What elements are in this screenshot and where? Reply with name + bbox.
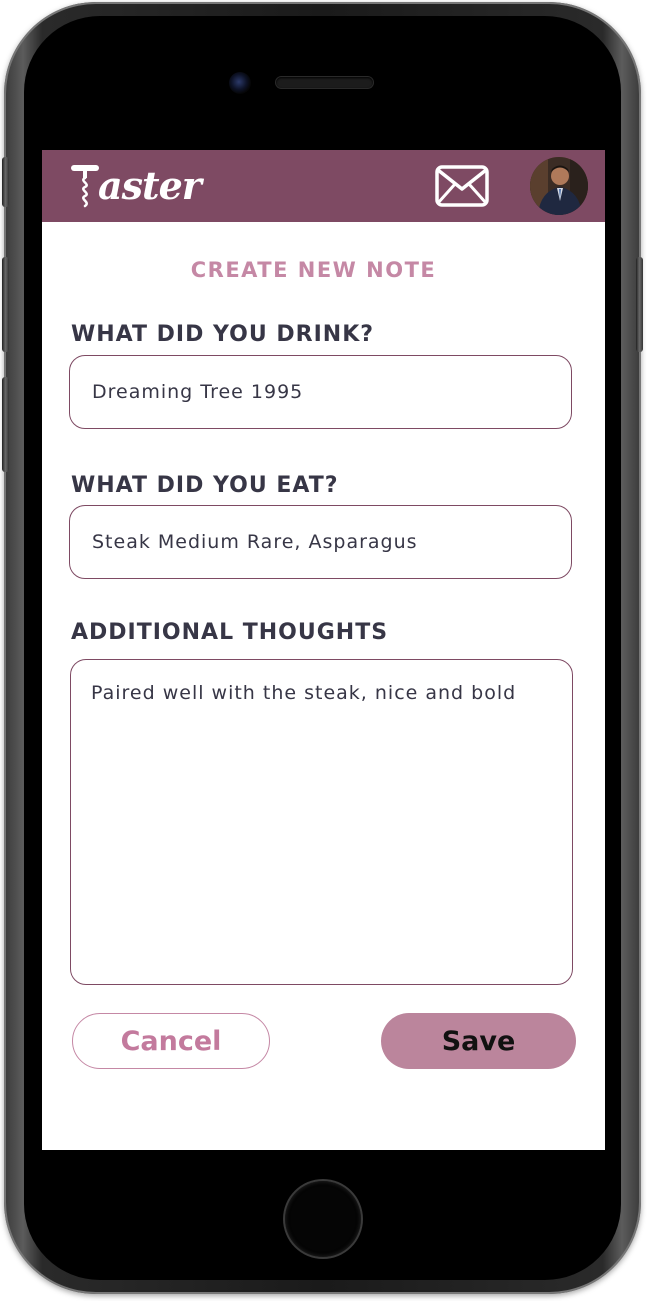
page-title: CREATE NEW NOTE	[190, 258, 437, 282]
app-screen: aster CREATE NEW NOTE WHAT DID YOU DRINK…	[42, 150, 605, 1150]
avatar-photo	[530, 157, 588, 215]
app-header: aster	[42, 150, 605, 222]
earpiece-speaker	[276, 77, 373, 88]
drink-label: WHAT DID YOU DRINK?	[71, 322, 375, 347]
thoughts-label: ADDITIONAL THOUGHTS	[71, 620, 389, 645]
thoughts-textarea[interactable]: Paired well with the steak, nice and bol…	[70, 659, 573, 985]
user-avatar[interactable]	[530, 157, 588, 215]
taster-logo[interactable]: aster	[70, 158, 202, 214]
power-button	[636, 257, 643, 352]
home-button[interactable]	[285, 1181, 361, 1257]
cancel-button[interactable]: Cancel	[72, 1013, 270, 1069]
volume-up-button	[2, 257, 9, 352]
corkscrew-icon	[71, 165, 99, 208]
logo-text: aster	[98, 163, 202, 208]
eat-label: WHAT DID YOU EAT?	[71, 473, 339, 498]
eat-input[interactable]	[69, 505, 572, 579]
front-camera	[229, 72, 251, 94]
volume-down-button	[2, 377, 9, 472]
mute-switch	[2, 157, 9, 207]
drink-input[interactable]	[69, 355, 572, 429]
envelope-icon[interactable]	[435, 165, 489, 207]
save-button[interactable]: Save	[381, 1013, 576, 1069]
